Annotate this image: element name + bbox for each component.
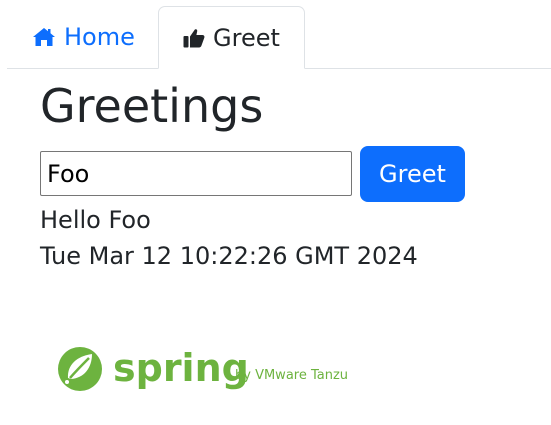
spring-wordmark: spring xyxy=(113,346,249,390)
tab-greet-label: Greet xyxy=(213,23,280,52)
tab-home-label: Home xyxy=(64,22,135,51)
page-title: Greetings xyxy=(40,79,264,133)
spring-tagline: by VMware Tanzu xyxy=(235,368,348,383)
greet-button[interactable]: Greet xyxy=(360,146,465,202)
spring-logo: spring by VMware Tanzu xyxy=(57,345,367,395)
name-input[interactable] xyxy=(40,151,352,196)
tab-bar: Home Greet xyxy=(7,6,551,69)
spring-leaf-icon xyxy=(58,347,102,391)
greeting-message: Hello Foo xyxy=(40,206,151,234)
greeting-timestamp: Tue Mar 12 10:22:26 GMT 2024 xyxy=(40,242,418,270)
tab-home[interactable]: Home xyxy=(7,6,158,67)
tab-greet[interactable]: Greet xyxy=(158,6,305,69)
thumbs-up-icon xyxy=(183,28,205,48)
home-icon xyxy=(32,27,56,47)
